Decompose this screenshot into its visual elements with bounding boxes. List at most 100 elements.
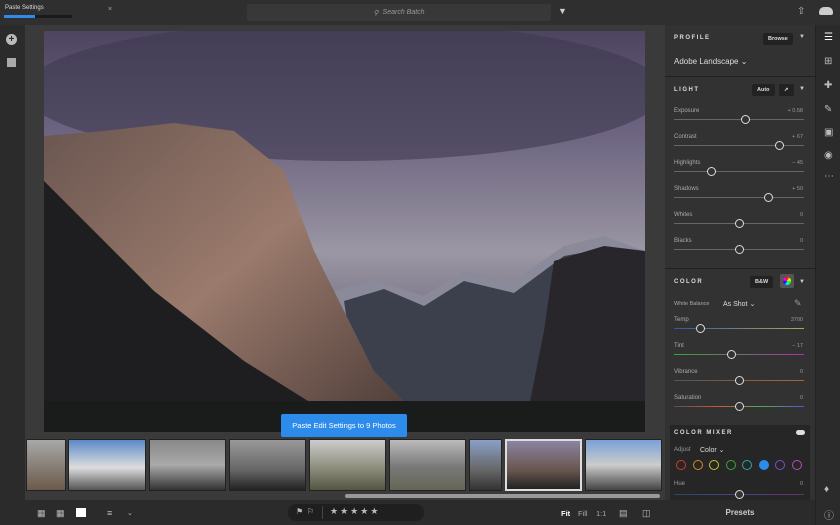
slider-value[interactable]: 0 [800, 212, 803, 218]
color-swatch[interactable] [775, 460, 785, 470]
slider-knob[interactable] [734, 376, 744, 385]
slider-knob[interactable] [734, 219, 744, 228]
flag-reject-icon[interactable]: ⚐ [307, 507, 314, 516]
collapse-icon[interactable]: ▼ [799, 279, 805, 285]
filmstrip-thumbnail[interactable] [389, 439, 466, 491]
whites-slider[interactable] [674, 219, 804, 228]
tag-icon[interactable]: ♦ [824, 484, 829, 495]
slider-knob[interactable] [695, 324, 705, 333]
star[interactable]: ★ [370, 506, 380, 516]
presets-button[interactable]: Presets [665, 500, 815, 525]
slider-label: Exposure [674, 108, 700, 114]
slider-value[interactable]: + 0.58 [788, 108, 803, 114]
color-swatch[interactable] [725, 460, 736, 470]
brush-icon[interactable]: ✎ [824, 104, 832, 115]
chevron-down-icon[interactable]: ⌄ [127, 509, 133, 517]
color-mixer-toggle[interactable] [796, 430, 805, 435]
bw-button[interactable]: B&W [750, 276, 774, 288]
slider-knob[interactable] [726, 350, 736, 359]
radial-gradient-icon[interactable]: ◉ [824, 150, 833, 161]
star[interactable]: ★ [350, 506, 360, 516]
auto-button[interactable]: Auto [752, 84, 775, 96]
filmstrip-thumbnail[interactable] [68, 439, 146, 491]
slider-value[interactable]: 3700 [791, 317, 803, 323]
slider-knob[interactable] [734, 245, 744, 254]
contrast-slider[interactable] [674, 141, 804, 150]
filmstrip-thumbnail[interactable] [585, 439, 662, 491]
slider-value[interactable]: − 17 [792, 343, 803, 349]
collapse-icon[interactable]: ▼ [799, 34, 805, 40]
filmstrip-scrollbar[interactable] [345, 494, 660, 498]
saturation-slider[interactable] [674, 402, 804, 411]
slider-value[interactable]: 0 [800, 238, 803, 244]
star[interactable]: ★ [330, 506, 340, 516]
highlights-slider[interactable] [674, 167, 804, 176]
add-photos-icon[interactable]: + [6, 34, 17, 45]
color-swatch[interactable] [742, 460, 752, 470]
shadows-slider[interactable] [674, 193, 804, 202]
slider-value[interactable]: + 67 [792, 134, 803, 140]
before-after-icon[interactable]: ◫ [642, 508, 651, 519]
flag-pick-icon[interactable]: ⚑ [296, 507, 303, 516]
slider-knob[interactable] [734, 402, 744, 411]
slider-knob[interactable] [774, 141, 784, 150]
close-icon[interactable]: × [108, 6, 112, 13]
slider-knob[interactable] [764, 193, 774, 202]
sort-icon[interactable]: ≡ [107, 508, 112, 518]
single-view-icon[interactable] [76, 508, 86, 517]
color-swatch[interactable] [758, 460, 769, 470]
search-input[interactable]: ⚲ Search Batch [247, 4, 551, 21]
hue-slider-knob[interactable] [734, 490, 744, 499]
temp-slider[interactable] [674, 324, 804, 333]
filmstrip-thumbnail[interactable] [309, 439, 386, 491]
exposure-slider[interactable] [674, 115, 804, 124]
filter-icon[interactable]: ▼ [558, 6, 567, 16]
browse-button[interactable]: Browse [763, 33, 793, 45]
star[interactable]: ★ [340, 506, 350, 516]
eyedropper-icon[interactable]: ✎ [794, 298, 802, 309]
slider-value[interactable]: 0 [800, 369, 803, 375]
color-swatch[interactable] [791, 460, 802, 470]
filmstrip-thumbnail-selected[interactable] [505, 439, 582, 491]
info-icon[interactable]: ⓘ [824, 507, 834, 522]
more-icon[interactable]: ⋯ [824, 171, 834, 182]
star-rating[interactable]: ★★★★★ [330, 506, 380, 517]
curve-icon[interactable]: ➚ [779, 84, 794, 96]
linear-gradient-icon[interactable]: ▣ [824, 127, 833, 138]
star[interactable]: ★ [360, 506, 370, 516]
white-balance-dropdown[interactable]: As Shot ⌄ [723, 300, 755, 308]
blacks-slider[interactable] [674, 245, 804, 254]
filmstrip-thumbnail[interactable] [149, 439, 226, 491]
compare-icon[interactable]: ▤ [619, 508, 628, 519]
cloud-icon[interactable] [819, 7, 833, 15]
slider-value[interactable]: 0 [800, 395, 803, 401]
profile-dropdown[interactable]: Adobe Landscape ⌄ [674, 57, 747, 66]
crop-icon[interactable]: ⊞ [824, 56, 832, 67]
library-icon[interactable] [7, 58, 16, 67]
slider-value[interactable]: − 45 [792, 160, 803, 166]
paste-settings-button[interactable]: Paste Edit Settings to 9 Photos [281, 414, 407, 437]
color-wheel-button[interactable] [780, 274, 794, 288]
grid-small-icon[interactable]: ▦ [37, 508, 46, 519]
hue-slider[interactable] [674, 490, 804, 499]
tint-slider[interactable] [674, 350, 804, 359]
adjust-dropdown[interactable]: Color ⌄ [700, 446, 725, 454]
color-swatch[interactable] [692, 460, 703, 470]
zoom-fill[interactable]: Fill [578, 509, 588, 518]
filmstrip-thumbnail[interactable] [229, 439, 306, 491]
color-swatch[interactable] [676, 460, 686, 470]
grid-large-icon[interactable]: ▦ [56, 508, 65, 519]
slider-value[interactable]: + 50 [792, 186, 803, 192]
vibrance-slider[interactable] [674, 376, 804, 385]
zoom-1-1[interactable]: 1:1 [596, 509, 606, 518]
edit-sliders-icon[interactable]: ☰ [824, 32, 833, 43]
color-swatch[interactable] [709, 460, 719, 470]
share-icon[interactable]: ⇧ [797, 6, 805, 17]
collapse-icon[interactable]: ▼ [799, 86, 805, 92]
filmstrip-thumbnail[interactable] [469, 439, 502, 491]
zoom-fit[interactable]: Fit [561, 509, 570, 518]
slider-knob[interactable] [707, 167, 717, 176]
healing-icon[interactable]: ✚ [824, 80, 832, 91]
slider-knob[interactable] [741, 115, 750, 124]
filmstrip-thumbnail[interactable] [26, 439, 66, 491]
